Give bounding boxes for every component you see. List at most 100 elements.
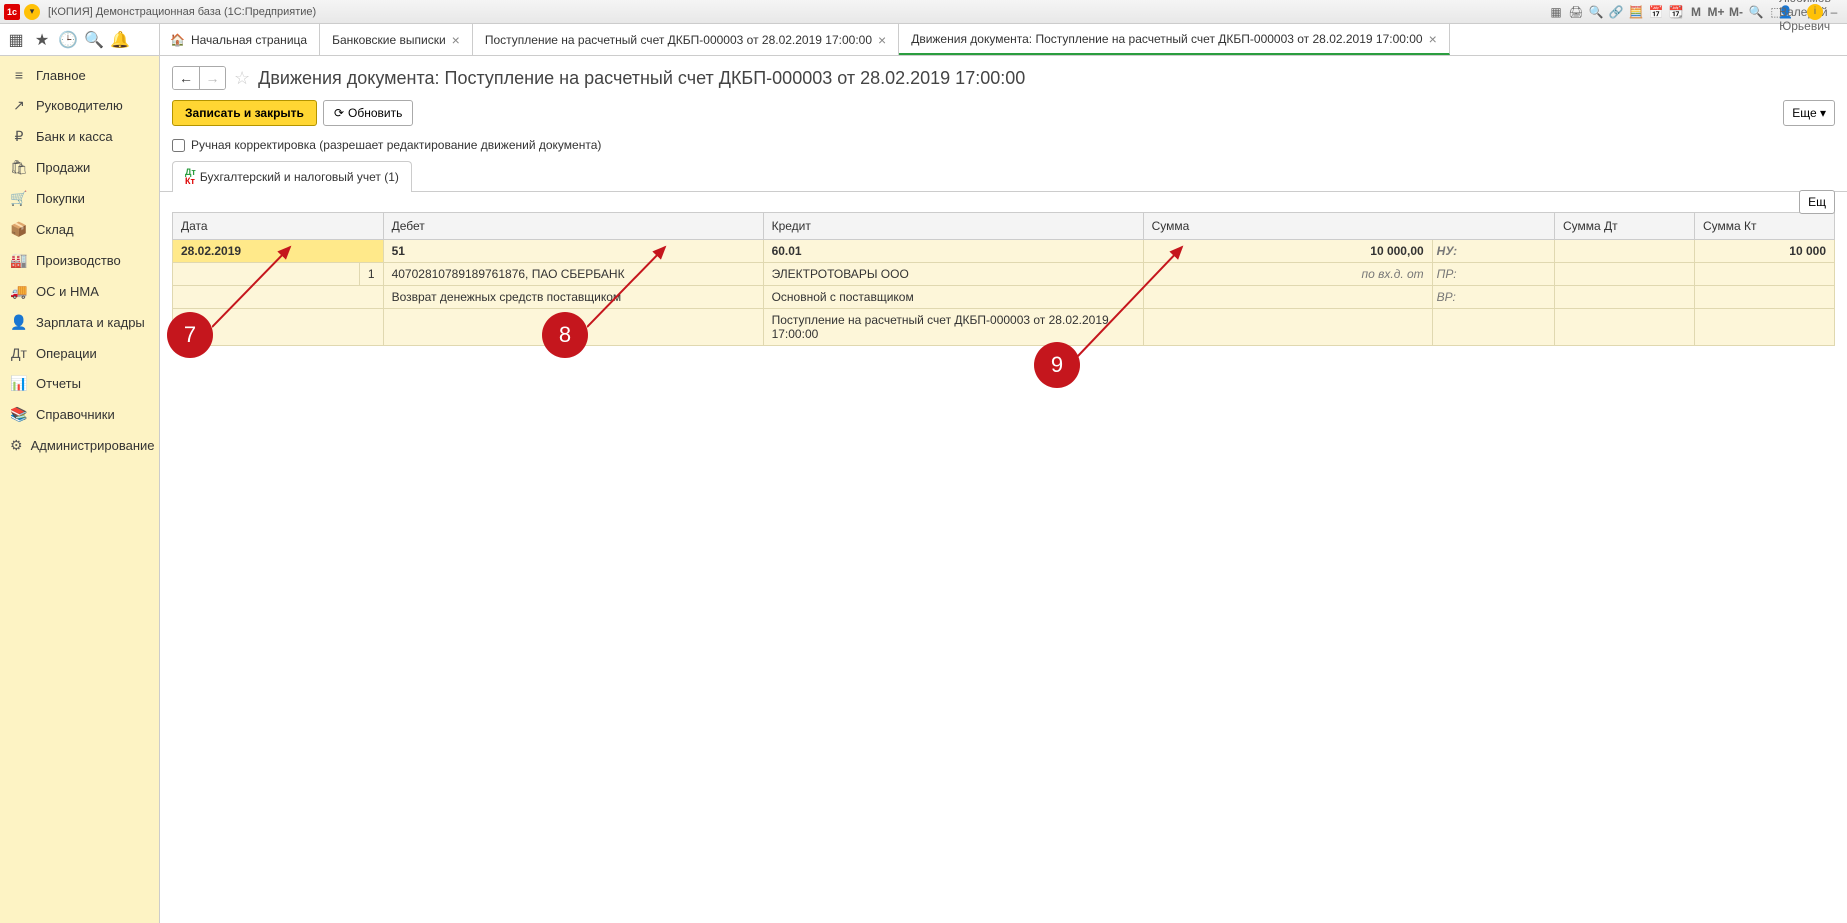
content-area: ← → ☆ Движения документа: Поступление на… xyxy=(160,56,1847,923)
col-debit: Дебет xyxy=(383,213,763,240)
info-icon[interactable]: i xyxy=(1807,4,1823,20)
title-bar: 1c ▾ [КОПИЯ] Демонстрационная база (1С:П… xyxy=(0,0,1847,24)
sidebar-item-bank[interactable]: ₽Банк и касса xyxy=(0,121,159,152)
ruble-icon: ₽ xyxy=(10,128,28,145)
forward-button[interactable]: → xyxy=(199,67,225,89)
apps-icon[interactable]: ▦ xyxy=(6,30,26,50)
gear-icon: ⚙ xyxy=(10,437,23,454)
main-area: ≡Главное ↗Руководителю ₽Банк и касса 🛍Пр… xyxy=(0,56,1847,923)
tab-item-2[interactable]: Движения документа: Поступление на расче… xyxy=(899,24,1450,55)
more-button[interactable]: Еще ▾ xyxy=(1783,100,1835,126)
user-label[interactable]: 👤 Любимов Валерий Юрьевич xyxy=(1787,3,1805,21)
cell-empty xyxy=(1695,263,1835,286)
sidebar-label: Зарплата и кадры xyxy=(36,315,145,330)
cell-empty xyxy=(1695,309,1835,346)
inner-tab-accounting[interactable]: ДтКт Бухгалтерский и налоговый учет (1) xyxy=(172,161,412,192)
date-icon[interactable]: 📆 xyxy=(1667,3,1685,21)
refresh-button[interactable]: ⟳Обновить xyxy=(323,100,413,126)
dtkt-icon: ДтКт xyxy=(185,168,196,186)
sidebar-label: Склад xyxy=(36,222,74,237)
cell-empty xyxy=(1695,286,1835,309)
cell-empty xyxy=(1143,286,1432,309)
sidebar-item-main[interactable]: ≡Главное xyxy=(0,60,159,90)
print-icon[interactable]: 🖨 xyxy=(1567,3,1585,21)
sidebar-item-hr[interactable]: 👤Зарплата и кадры xyxy=(0,307,159,338)
tool-icon[interactable]: ▦ xyxy=(1547,3,1565,21)
cell-vr-label: ВР: xyxy=(1432,286,1554,309)
close-icon[interactable]: × xyxy=(1429,31,1437,47)
calendar-icon[interactable]: 📅 xyxy=(1647,3,1665,21)
tab-label: Поступление на расчетный счет ДКБП-00000… xyxy=(485,33,872,47)
tab-item-1[interactable]: Поступление на расчетный счет ДКБП-00000… xyxy=(473,24,899,55)
cell-credit-desc: Основной с поставщиком xyxy=(763,286,1143,309)
cell-debit-desc: Возврат денежных средств поставщиком xyxy=(383,286,763,309)
link-icon[interactable]: 🔗 xyxy=(1607,3,1625,21)
sidebar-label: Справочники xyxy=(36,407,115,422)
toolbar-row: ▦ ★ 🕒 🔍 🔔 🏠 Начальная страница Банковски… xyxy=(0,24,1847,56)
m-plus-button[interactable]: M+ xyxy=(1707,3,1725,21)
cell-credit: 60.01 xyxy=(763,240,1143,263)
box-icon: 📦 xyxy=(10,221,28,238)
search-icon[interactable]: 🔍 xyxy=(84,30,104,50)
tab-label: Движения документа: Поступление на расче… xyxy=(911,32,1422,46)
sidebar-item-reports[interactable]: 📊Отчеты xyxy=(0,368,159,399)
quick-toolbar: ▦ ★ 🕒 🔍 🔔 xyxy=(0,24,160,55)
favorite-star-icon[interactable]: ☆ xyxy=(234,68,250,89)
table-more-wrap: Ещ xyxy=(1799,190,1835,214)
calc-icon[interactable]: 🧮 xyxy=(1627,3,1645,21)
manual-correction-checkbox[interactable] xyxy=(172,139,185,152)
tab-home[interactable]: 🏠 Начальная страница xyxy=(160,24,320,55)
sidebar: ≡Главное ↗Руководителю ₽Банк и касса 🛍Пр… xyxy=(0,56,160,923)
sidebar-label: Производство xyxy=(36,253,121,268)
col-date: Дата xyxy=(173,213,384,240)
cell-debit-detail: 40702810789189761876, ПАО СБЕРБАНК xyxy=(383,263,763,286)
table-more-button[interactable]: Ещ xyxy=(1799,190,1835,214)
close-icon[interactable]: × xyxy=(878,32,886,48)
minimize-icon[interactable]: – xyxy=(1825,3,1843,21)
search-icon[interactable]: 🔍 xyxy=(1587,3,1605,21)
table-row[interactable]: 1 40702810789189761876, ПАО СБЕРБАНК ЭЛЕ… xyxy=(173,263,1835,286)
bell-icon[interactable]: 🔔 xyxy=(110,30,130,50)
cell-sum-dt xyxy=(1555,240,1695,263)
close-icon[interactable]: × xyxy=(452,32,460,48)
m-minus-button[interactable]: M- xyxy=(1727,3,1745,21)
cell-empty xyxy=(1143,309,1432,346)
sidebar-item-assets[interactable]: 🚚ОС и НМА xyxy=(0,276,159,307)
history-icon[interactable]: 🕒 xyxy=(58,30,78,50)
sidebar-item-production[interactable]: 🏭Производство xyxy=(0,245,159,276)
chart-icon: 📊 xyxy=(10,375,28,392)
tab-bar: 🏠 Начальная страница Банковские выписки … xyxy=(160,24,1847,55)
zoom-icon[interactable]: 🔍 xyxy=(1747,3,1765,21)
table-row[interactable]: Поступление на расчетный счет ДКБП-00000… xyxy=(173,309,1835,346)
cell-debit: 51 xyxy=(383,240,763,263)
dtkt-icon: Дт xyxy=(10,345,28,361)
cell-empty xyxy=(173,286,384,309)
sidebar-item-operations[interactable]: ДтОперации xyxy=(0,338,159,368)
save-close-button[interactable]: Записать и закрыть xyxy=(172,100,317,126)
table-row[interactable]: 28.02.2019 51 60.01 10 000,00 НУ: 10 000 xyxy=(173,240,1835,263)
sidebar-item-sales[interactable]: 🛍Продажи xyxy=(0,152,159,183)
annotation-9: 9 xyxy=(1034,342,1080,388)
chart-icon: ↗ xyxy=(10,97,28,114)
cell-empty xyxy=(173,263,360,286)
back-button[interactable]: ← xyxy=(173,67,199,89)
cell-num: 1 xyxy=(359,263,383,286)
sidebar-item-warehouse[interactable]: 📦 Склад xyxy=(0,214,159,245)
sidebar-item-manager[interactable]: ↗Руководителю xyxy=(0,90,159,121)
tab-label: Банковские выписки xyxy=(332,33,446,47)
page-title: Движения документа: Поступление на расче… xyxy=(258,68,1025,89)
truck-icon: 🚚 xyxy=(10,283,28,300)
sidebar-item-purchases[interactable]: 🛒Покупки xyxy=(0,183,159,214)
tab-item-0[interactable]: Банковские выписки × xyxy=(320,24,473,55)
m-button[interactable]: M xyxy=(1687,3,1705,21)
cell-date: 28.02.2019 xyxy=(173,240,384,263)
cart-icon: 🛒 xyxy=(10,190,28,207)
sidebar-item-admin[interactable]: ⚙Администрирование xyxy=(0,430,159,461)
star-icon[interactable]: ★ xyxy=(32,30,52,50)
dropdown-icon[interactable]: ▾ xyxy=(24,4,40,20)
sidebar-item-catalogs[interactable]: 📚 Справочники xyxy=(0,399,159,430)
cell-sum-kt: 10 000 xyxy=(1695,240,1835,263)
table-row[interactable]: Возврат денежных средств поставщиком Осн… xyxy=(173,286,1835,309)
books-icon: 📚 xyxy=(10,406,28,423)
menu-icon: ≡ xyxy=(10,67,28,83)
